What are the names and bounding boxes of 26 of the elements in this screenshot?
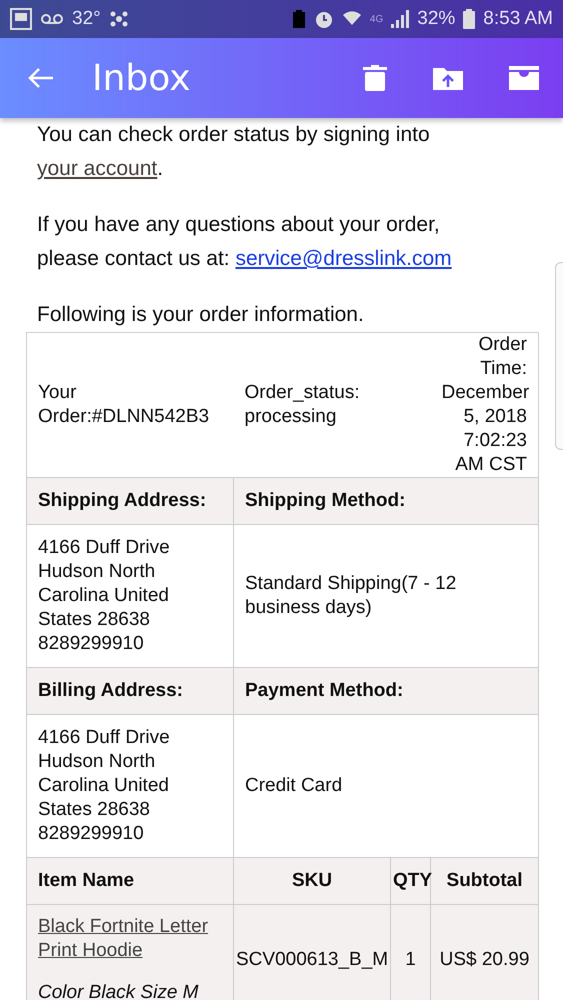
battery-icon [463,9,476,29]
alarm-icon [314,9,334,29]
network-type: 4G [370,14,384,24]
gallery-icon [10,8,32,30]
temperature: 32° [72,8,101,30]
folder-upload-icon[interactable] [433,66,463,90]
section-heading: Shipping Method: [234,478,539,524]
email-link[interactable]: service@dresslink.com [235,247,452,270]
signal-icon [391,10,410,28]
section-heading: Payment Method: [234,668,539,714]
section-heading: Shipping Address: [26,478,234,524]
network-icon [108,9,129,29]
item-link[interactable]: Black Fortnite Letter Print Hoodie [38,915,222,963]
voicemail-icon [40,12,64,26]
app-title: Inbox [92,58,192,98]
email-link[interactable]: your account [37,157,158,180]
section-heading: Billing Address: [26,668,234,714]
email-paragraph: If you have any questions about your order, please contact us at: service@dresslink.com [37,212,453,272]
archive-icon[interactable] [509,66,539,90]
item-options: Color Black Size M [38,981,222,1000]
back-arrow-icon[interactable] [28,67,54,89]
trash-icon[interactable] [363,65,387,91]
battery-percent: 32% [417,8,456,30]
clock: 8:53 AM [483,8,553,30]
email-paragraph: Following is your order information. [37,302,365,328]
email-paragraph: You can check order status by signing into your account. [37,122,431,182]
